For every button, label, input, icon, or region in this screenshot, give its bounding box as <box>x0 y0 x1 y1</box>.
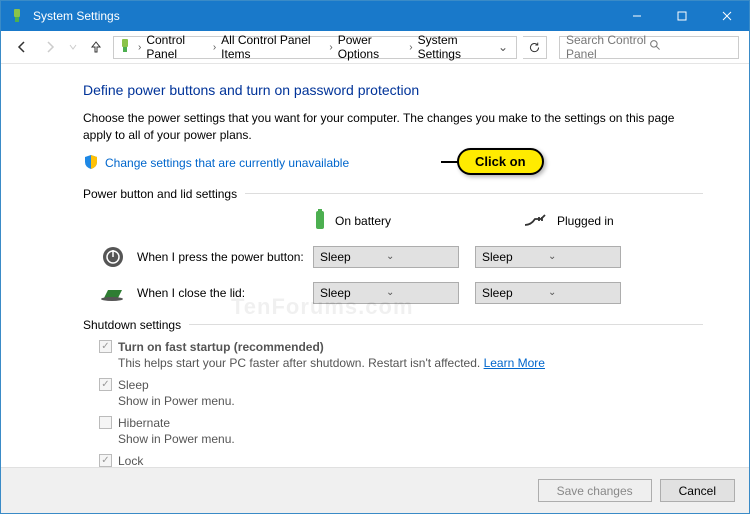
laptop-lid-icon <box>99 282 127 304</box>
option-hibernate: Hibernate Show in Power menu. <box>99 416 703 446</box>
window: System Settings › Control Panel › All Co… <box>0 0 750 514</box>
hibernate-label: Hibernate <box>118 416 170 430</box>
crumb-all-items[interactable]: All Control Panel Items <box>218 33 327 61</box>
col-plugged-label: Plugged in <box>557 214 614 228</box>
lock-checkbox[interactable] <box>99 454 112 467</box>
chevron-down-icon: ⌄ <box>386 287 452 298</box>
change-settings-link[interactable]: Change settings that are currently unava… <box>105 156 349 170</box>
option-lock: Lock Show in account picture menu. <box>99 454 703 467</box>
section-shutdown: Shutdown settings <box>83 318 703 332</box>
cancel-button[interactable]: Cancel <box>660 479 735 502</box>
search-icon <box>649 39 732 55</box>
close-button[interactable] <box>704 1 749 31</box>
chevron-down-icon: ⌄ <box>386 251 452 262</box>
option-sleep: Sleep Show in Power menu. <box>99 378 703 408</box>
minimize-button[interactable] <box>614 1 659 31</box>
col-battery: On battery <box>313 209 463 234</box>
section-power-lid-label: Power button and lid settings <box>83 187 237 201</box>
column-headers: On battery Plugged in <box>83 209 703 234</box>
fast-startup-label: Turn on fast startup (recommended) <box>118 340 324 354</box>
battery-icon <box>313 209 327 234</box>
col-plugged: Plugged in <box>523 213 673 230</box>
row-close-lid-label: When I close the lid: <box>137 286 313 300</box>
row-close-lid: When I close the lid: Sleep⌄ Sleep⌄ <box>83 282 703 304</box>
power-button-icon <box>99 246 127 268</box>
learn-more-link[interactable]: Learn More <box>484 356 545 370</box>
content-area: Define power buttons and turn on passwor… <box>1 64 749 467</box>
crumb-system-settings[interactable]: System Settings <box>415 33 494 61</box>
footer: Save changes Cancel <box>1 467 749 513</box>
sleep-checkbox[interactable] <box>99 378 112 391</box>
chevron-down-icon: ⌄ <box>548 251 614 262</box>
fast-startup-checkbox[interactable] <box>99 340 112 353</box>
power-button-plugged-select[interactable]: Sleep⌄ <box>475 246 621 268</box>
breadcrumb[interactable]: › Control Panel › All Control Panel Item… <box>113 36 517 59</box>
sleep-desc: Show in Power menu. <box>99 394 703 408</box>
forward-button[interactable] <box>39 36 61 58</box>
callout-annotation: Click on <box>457 148 544 175</box>
up-button[interactable] <box>85 36 107 58</box>
window-title: System Settings <box>33 9 614 23</box>
close-lid-plugged-select[interactable]: Sleep⌄ <box>475 282 621 304</box>
address-dropdown[interactable]: ⌄ <box>494 40 512 54</box>
chevron-right-icon: › <box>407 42 414 53</box>
back-button[interactable] <box>11 36 33 58</box>
hibernate-checkbox[interactable] <box>99 416 112 429</box>
refresh-button[interactable] <box>523 36 547 59</box>
power-button-battery-select[interactable]: Sleep⌄ <box>313 246 459 268</box>
shield-icon <box>83 154 99 173</box>
titlebar: System Settings <box>1 1 749 31</box>
recent-dropdown[interactable] <box>67 36 79 58</box>
change-settings-row: Change settings that are currently unava… <box>83 154 703 173</box>
col-battery-label: On battery <box>335 214 391 228</box>
app-icon <box>9 8 25 24</box>
row-power-button: When I press the power button: Sleep⌄ Sl… <box>83 246 703 268</box>
chevron-right-icon: › <box>327 42 334 53</box>
page-description: Choose the power settings that you want … <box>83 110 703 144</box>
plug-icon <box>523 213 549 230</box>
breadcrumb-icon <box>118 39 132 56</box>
row-power-button-label: When I press the power button: <box>137 250 313 264</box>
save-button[interactable]: Save changes <box>538 479 652 502</box>
section-shutdown-label: Shutdown settings <box>83 318 181 332</box>
search-input[interactable]: Search Control Panel <box>559 36 739 59</box>
close-lid-battery-select[interactable]: Sleep⌄ <box>313 282 459 304</box>
maximize-button[interactable] <box>659 1 704 31</box>
hibernate-desc: Show in Power menu. <box>99 432 703 446</box>
shutdown-list: Turn on fast startup (recommended) This … <box>83 340 703 467</box>
chevron-down-icon: ⌄ <box>548 287 614 298</box>
search-placeholder: Search Control Panel <box>566 33 649 61</box>
sleep-label: Sleep <box>118 378 149 392</box>
crumb-power-options[interactable]: Power Options <box>335 33 408 61</box>
fast-startup-desc: This helps start your PC faster after sh… <box>99 356 703 370</box>
chevron-right-icon: › <box>211 42 218 53</box>
chevron-right-icon: › <box>136 42 143 53</box>
option-fast-startup: Turn on fast startup (recommended) This … <box>99 340 703 370</box>
section-power-lid: Power button and lid settings <box>83 187 703 201</box>
lock-label: Lock <box>118 454 143 467</box>
nav-toolbar: › Control Panel › All Control Panel Item… <box>1 31 749 64</box>
page-title: Define power buttons and turn on passwor… <box>83 82 703 98</box>
crumb-control-panel[interactable]: Control Panel <box>143 33 210 61</box>
